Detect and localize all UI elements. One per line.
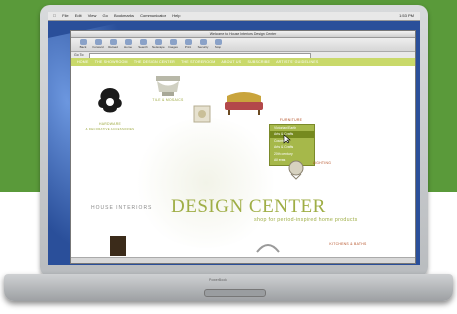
menu-communicator[interactable]: Communicator bbox=[140, 13, 166, 18]
browser-statusbar bbox=[71, 257, 415, 263]
laptop-screen:  File Edit View Go Bookmarks Communicat… bbox=[48, 12, 420, 265]
home-button[interactable]: Home bbox=[122, 39, 134, 50]
item-tile-image[interactable] bbox=[191, 102, 213, 126]
bottom-faucet-image[interactable] bbox=[253, 236, 283, 256]
browser-toolbar: Back Forward Reload Home Search Netscape… bbox=[71, 38, 415, 52]
brand-design-center: DESIGN CENTER bbox=[171, 196, 326, 217]
brand-house-interiors: HOUSE INTERIORS bbox=[91, 205, 153, 211]
mouse-pointer-icon bbox=[283, 134, 291, 144]
reload-button[interactable]: Reload bbox=[107, 39, 119, 50]
menu-go[interactable]: Go bbox=[102, 13, 107, 18]
browser-titlebar: Welcome to House Interiors Design Center bbox=[71, 31, 415, 38]
category-kitchens-baths[interactable]: KITCHENS & BATHS bbox=[323, 242, 373, 246]
laptop-base: PowerBook bbox=[4, 274, 453, 301]
address-label: Go To: bbox=[74, 53, 85, 57]
back-button[interactable]: Back bbox=[77, 39, 89, 50]
menubar-clock: 1:53 PM bbox=[399, 13, 414, 18]
nav-home[interactable]: HOME bbox=[77, 60, 89, 64]
print-button[interactable]: Print bbox=[182, 39, 194, 50]
laptop-latch bbox=[204, 289, 266, 297]
nav-design-center[interactable]: THE DESIGN CENTER bbox=[134, 60, 175, 64]
category-hardware[interactable]: HARDWARE bbox=[89, 122, 131, 126]
menu-help[interactable]: Help bbox=[172, 13, 180, 18]
category-lighting[interactable]: LIGHTING bbox=[307, 161, 337, 165]
forward-button[interactable]: Forward bbox=[92, 39, 104, 50]
decorative-watermark bbox=[131, 118, 281, 248]
site-nav: HOME THE SHOWROOM THE DESIGN CENTER THE … bbox=[71, 58, 415, 66]
security-button[interactable]: Security bbox=[197, 39, 209, 50]
category-tile[interactable]: TILE & MOSAICS bbox=[143, 98, 193, 102]
nav-about[interactable]: ABOUT US bbox=[221, 60, 241, 64]
menu-edit[interactable]: Edit bbox=[75, 13, 82, 18]
stop-button[interactable]: Stop bbox=[212, 39, 224, 50]
category-hardware-sub: & DECORATIVE ACCESSORIES bbox=[85, 127, 135, 131]
nav-guidelines[interactable]: ARTISTS' GUIDELINES bbox=[276, 60, 318, 64]
furniture-chair-image[interactable] bbox=[223, 88, 265, 116]
bottom-item-image[interactable] bbox=[107, 234, 129, 258]
search-button[interactable]: Search bbox=[137, 39, 149, 50]
laptop-brand: PowerBook bbox=[209, 278, 227, 282]
menu-view[interactable]: View bbox=[88, 13, 97, 18]
hardware-knocker-image[interactable] bbox=[95, 86, 125, 118]
site-tagline: shop for period-inspired home products bbox=[254, 217, 358, 223]
nav-storeroom[interactable]: THE STOREROOM bbox=[181, 60, 215, 64]
lighting-lamp-image[interactable] bbox=[285, 158, 307, 180]
nav-showroom[interactable]: THE SHOWROOM bbox=[95, 60, 128, 64]
menu-file[interactable]: File bbox=[62, 13, 68, 18]
apple-icon[interactable]:  bbox=[53, 13, 56, 18]
menu-bookmarks[interactable]: Bookmarks bbox=[114, 13, 134, 18]
netscape-button[interactable]: Netscape bbox=[152, 39, 165, 50]
tile-capital-image[interactable] bbox=[153, 74, 183, 96]
images-button[interactable]: Images bbox=[167, 39, 179, 50]
browser-window: Welcome to House Interiors Design Center… bbox=[70, 30, 416, 264]
category-furniture[interactable]: FURNITURE bbox=[267, 118, 315, 122]
web-page: HOME THE SHOWROOM THE DESIGN CENTER THE … bbox=[71, 58, 415, 263]
nav-subscribe[interactable]: SUBSCRIBE bbox=[248, 60, 271, 64]
os-menubar:  File Edit View Go Bookmarks Communicat… bbox=[48, 12, 420, 21]
